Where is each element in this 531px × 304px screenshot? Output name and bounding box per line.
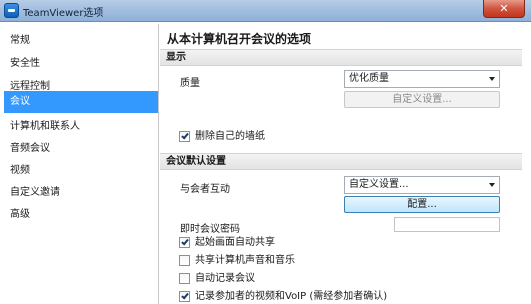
sidebar-item-custom-invitation[interactable]: 自定义邀请 <box>4 182 158 204</box>
delete-wallpaper-label: 删除自己的墙纸 <box>195 131 265 142</box>
meeting-defaults-section-header: 会议默认设置 <box>160 153 522 170</box>
quality-label: 质量 <box>180 78 200 89</box>
sidebar-item-general[interactable]: 常规 <box>4 30 158 52</box>
interaction-dropdown[interactable]: 自定义设置... <box>344 176 500 194</box>
sidebar-item-audio-conference[interactable]: 音频会议 <box>4 138 158 160</box>
auto-share-start-screen-checkbox[interactable]: 起始画面自动共享 <box>179 236 429 250</box>
auto-record-meeting-checkbox[interactable]: 自动记录会议 <box>179 272 429 286</box>
meeting-password-input[interactable] <box>394 217 500 232</box>
record-video-label: 记录参加者的视频和VoIP (需经参加者确认) <box>195 291 388 302</box>
checkbox-box[interactable] <box>179 291 190 302</box>
close-button[interactable]: ✕ <box>483 0 525 18</box>
checkmark-icon <box>181 291 189 300</box>
teamviewer-icon <box>4 3 19 18</box>
record-participant-video-checkbox[interactable]: 记录参加者的视频和VoIP (需经参加者确认) <box>179 290 519 304</box>
options-sidebar: 常规 安全性 远程控制 会议 计算机和联系人 音频会议 视频 自定义邀请 高级 <box>4 24 159 304</box>
checkmark-icon <box>181 237 189 246</box>
interaction-value: 自定义设置... <box>349 179 409 190</box>
auto-share-label: 起始画面自动共享 <box>195 237 275 248</box>
interaction-label: 与会者互动 <box>180 184 230 195</box>
sidebar-item-video[interactable]: 视频 <box>4 160 158 182</box>
share-sound-label: 共享计算机声音和音乐 <box>195 255 295 266</box>
auto-record-label: 自动记录会议 <box>195 273 255 284</box>
quality-dropdown[interactable]: 优化质量 <box>344 70 500 88</box>
checkbox-box[interactable] <box>179 255 190 266</box>
checkbox-box[interactable] <box>179 131 190 142</box>
sidebar-item-computers-contacts[interactable]: 计算机和联系人 <box>4 116 158 138</box>
sidebar-item-meeting[interactable]: 会议 <box>4 91 158 113</box>
sidebar-item-security[interactable]: 安全性 <box>4 53 158 75</box>
display-section-header: 显示 <box>160 49 522 66</box>
chevron-down-icon <box>489 183 495 187</box>
meeting-options-panel: 从本计算机召开会议的选项 显示 质量 优化质量 自定义设置... 删除自己的墙纸… <box>160 24 531 304</box>
quality-value: 优化质量 <box>349 73 389 84</box>
share-computer-sound-checkbox[interactable]: 共享计算机声音和音乐 <box>179 254 429 268</box>
close-icon: ✕ <box>499 2 509 15</box>
configure-button[interactable]: 配置... <box>344 196 500 213</box>
custom-settings-button[interactable]: 自定义设置... <box>344 91 500 108</box>
checkbox-box[interactable] <box>179 273 190 284</box>
window-title: TeamViewer选项 <box>23 8 104 19</box>
sidebar-item-advanced[interactable]: 高级 <box>4 204 158 226</box>
title-bar[interactable]: TeamViewer选项 ✕ <box>0 0 531 22</box>
meeting-password-label: 即时会议密码 <box>180 224 240 235</box>
checkbox-box[interactable] <box>179 237 190 248</box>
chevron-down-icon <box>489 77 495 81</box>
delete-wallpaper-checkbox[interactable]: 删除自己的墙纸 <box>179 130 379 144</box>
checkmark-icon <box>181 131 189 140</box>
page-title: 从本计算机召开会议的选项 <box>167 32 312 46</box>
